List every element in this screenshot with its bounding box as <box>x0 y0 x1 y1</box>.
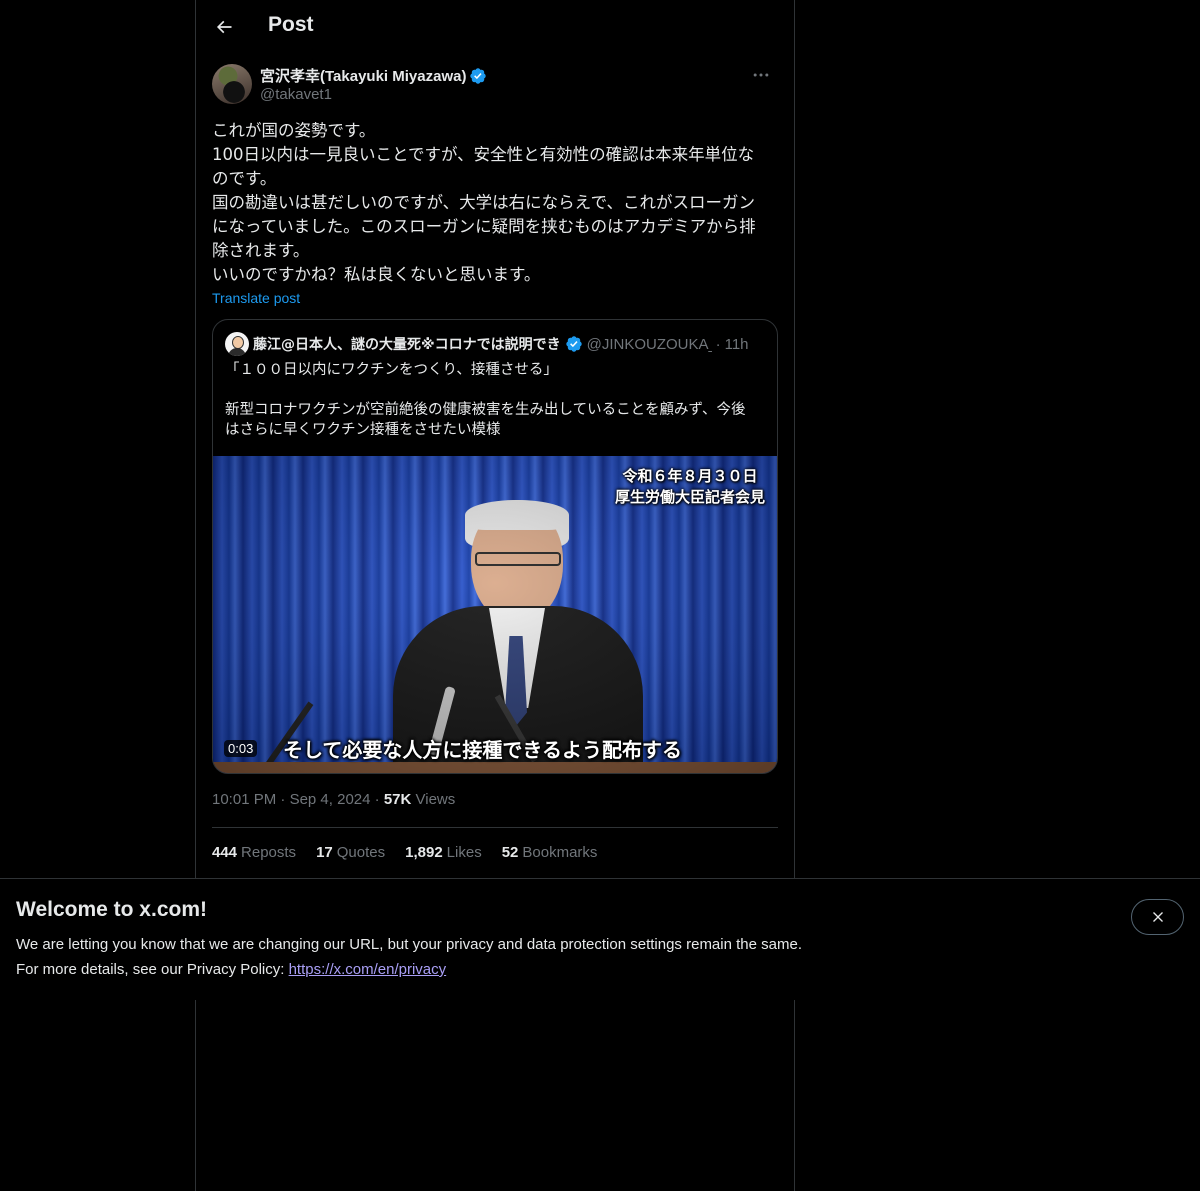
url-change-banner: Welcome to x.com! We are letting you kno… <box>0 878 1200 1000</box>
post-text-line: いいのですかね？私は良くないと思います。 <box>212 265 541 284</box>
reposts-label: Reposts <box>241 844 297 861</box>
post-author: 宮沢孝幸(Takayuki Miyazawa) @takavet1 <box>212 64 778 106</box>
page-header: Post <box>196 0 794 55</box>
separator-dot: · <box>374 791 380 808</box>
post-stats: 444 Reposts 17 Quotes 1,892 Likes 52 Bookmar… <box>212 844 597 861</box>
post-time[interactable]: 10:01 PM <box>212 791 276 808</box>
bookmarks-count: 52 <box>501 844 519 861</box>
verified-badge-icon <box>565 336 582 352</box>
quoted-author-handle: @JINKOUZOUKA_ <box>586 335 712 353</box>
arrow-left-icon <box>216 20 232 34</box>
avatar[interactable] <box>212 64 252 104</box>
quotes-stat[interactable]: 17 Quotes <box>316 844 385 861</box>
privacy-policy-link[interactable]: https://x.com/en/privacy <box>289 961 447 978</box>
video-duration-badge: 0:03 <box>224 740 258 757</box>
author-name-row: 宮沢孝幸(Takayuki Miyazawa) <box>260 65 487 86</box>
more-options-button[interactable] <box>744 64 778 86</box>
reposts-stat[interactable]: 444 Reposts <box>212 844 296 861</box>
reposts-count: 444 <box>212 844 238 861</box>
video-caption-event: 厚生労働大臣記者会見 <box>614 488 765 506</box>
likes-stat[interactable]: 1,892 Likes <box>405 844 482 861</box>
translate-post-link[interactable]: Translate post <box>212 290 300 306</box>
quotes-label: Quotes <box>336 844 386 861</box>
video-subtitle: そして必要な人方に接種できるよう配布する <box>283 738 682 762</box>
post-text-line: 100日以内は一見良いことですが、安全性と有効性の確認は本来年単位な <box>212 145 755 164</box>
divider <box>212 827 778 828</box>
banner-title: Welcome to x.com! <box>16 898 207 921</box>
quoted-text-line <box>225 380 767 400</box>
likes-label: Likes <box>446 844 482 861</box>
quoted-text-line: はさらに早くワクチン接種をさせたい模様 <box>225 422 501 438</box>
banner-privacy-line: For more details, see our Privacy Policy… <box>16 961 446 978</box>
video-player[interactable]: 令和６年８月３０日 厚生労働大臣記者会見 そして必要な人方に接種できるよう配布す… <box>213 456 777 773</box>
page-title: Post <box>268 13 314 36</box>
back-button[interactable] <box>206 9 242 45</box>
author-display-name[interactable]: 宮沢孝幸(Takayuki Miyazawa) <box>260 65 466 86</box>
post-text-line: のです。 <box>212 169 277 188</box>
video-caption-top: 令和６年８月３０日 厚生労働大臣記者会見 <box>615 466 765 508</box>
quoted-text-line: 新型コロナワクチンが空前絶後の健康被害を生み出していることを顧みず、今後 <box>225 402 746 418</box>
post-date[interactable]: Sep 4, 2024 <box>290 791 371 808</box>
verified-badge-icon[interactable] <box>469 67 487 85</box>
post-text-line: 国の勘違いは甚だしいのですが、大学は右にならえで、これがスローガン <box>212 193 756 212</box>
author-handle[interactable]: @takavet1 <box>260 86 332 103</box>
likes-count: 1,892 <box>405 844 443 861</box>
views-count: 57K <box>383 791 412 808</box>
quoted-post-text: 「１００日以内にワクチンをつくり、接種させる」 新型コロナワクチンが空前絶後の健… <box>225 360 767 440</box>
quoted-post-header: 藤江@日本人、謎の大量死※コロナでは説明でき @JINKOUZOUKA_ · 1… <box>225 332 767 356</box>
quoted-avatar <box>225 332 249 356</box>
banner-message: We are letting you know that we are chan… <box>16 936 802 953</box>
post-text-line: 除されます。 <box>212 241 310 260</box>
bookmarks-label: Bookmarks <box>522 844 598 861</box>
views-label: Views <box>415 791 456 808</box>
close-banner-button[interactable] <box>1131 899 1184 935</box>
banner-privacy-prefix: For more details, see our Privacy Policy… <box>16 961 289 978</box>
quoted-post-time: 11h <box>724 335 749 353</box>
separator-dot: · <box>715 335 721 353</box>
post-meta: 10:01 PM · Sep 4, 2024 · 57K Views <box>212 791 455 808</box>
quoted-post[interactable]: 藤江@日本人、謎の大量死※コロナでは説明でき @JINKOUZOUKA_ · 1… <box>212 319 778 774</box>
post-text-line: になっていました。このスローガンに疑問を挟むものはアカデミアから排 <box>212 217 756 236</box>
quoted-text-line: 「１００日以内にワクチンをつくり、接種させる」 <box>225 362 558 378</box>
primary-column: Post 宮沢孝幸(Takayuki Miyazawa) @takavet1 こ… <box>195 0 795 1191</box>
post-text: これが国の姿勢です。 100日以内は一見良いことですが、安全性と有効性の確認は本… <box>212 119 778 287</box>
video-caption-date: 令和６年８月３０日 <box>622 467 758 485</box>
quoted-author-name: 藤江@日本人、謎の大量死※コロナでは説明でき <box>253 337 561 353</box>
separator-dot: · <box>280 791 286 808</box>
bookmarks-stat[interactable]: 52 Bookmarks <box>502 844 598 861</box>
more-horizontal-icon <box>753 73 769 77</box>
quotes-count: 17 <box>316 844 333 861</box>
close-icon <box>1152 912 1163 922</box>
post-text-line: これが国の姿勢です。 <box>212 121 376 140</box>
